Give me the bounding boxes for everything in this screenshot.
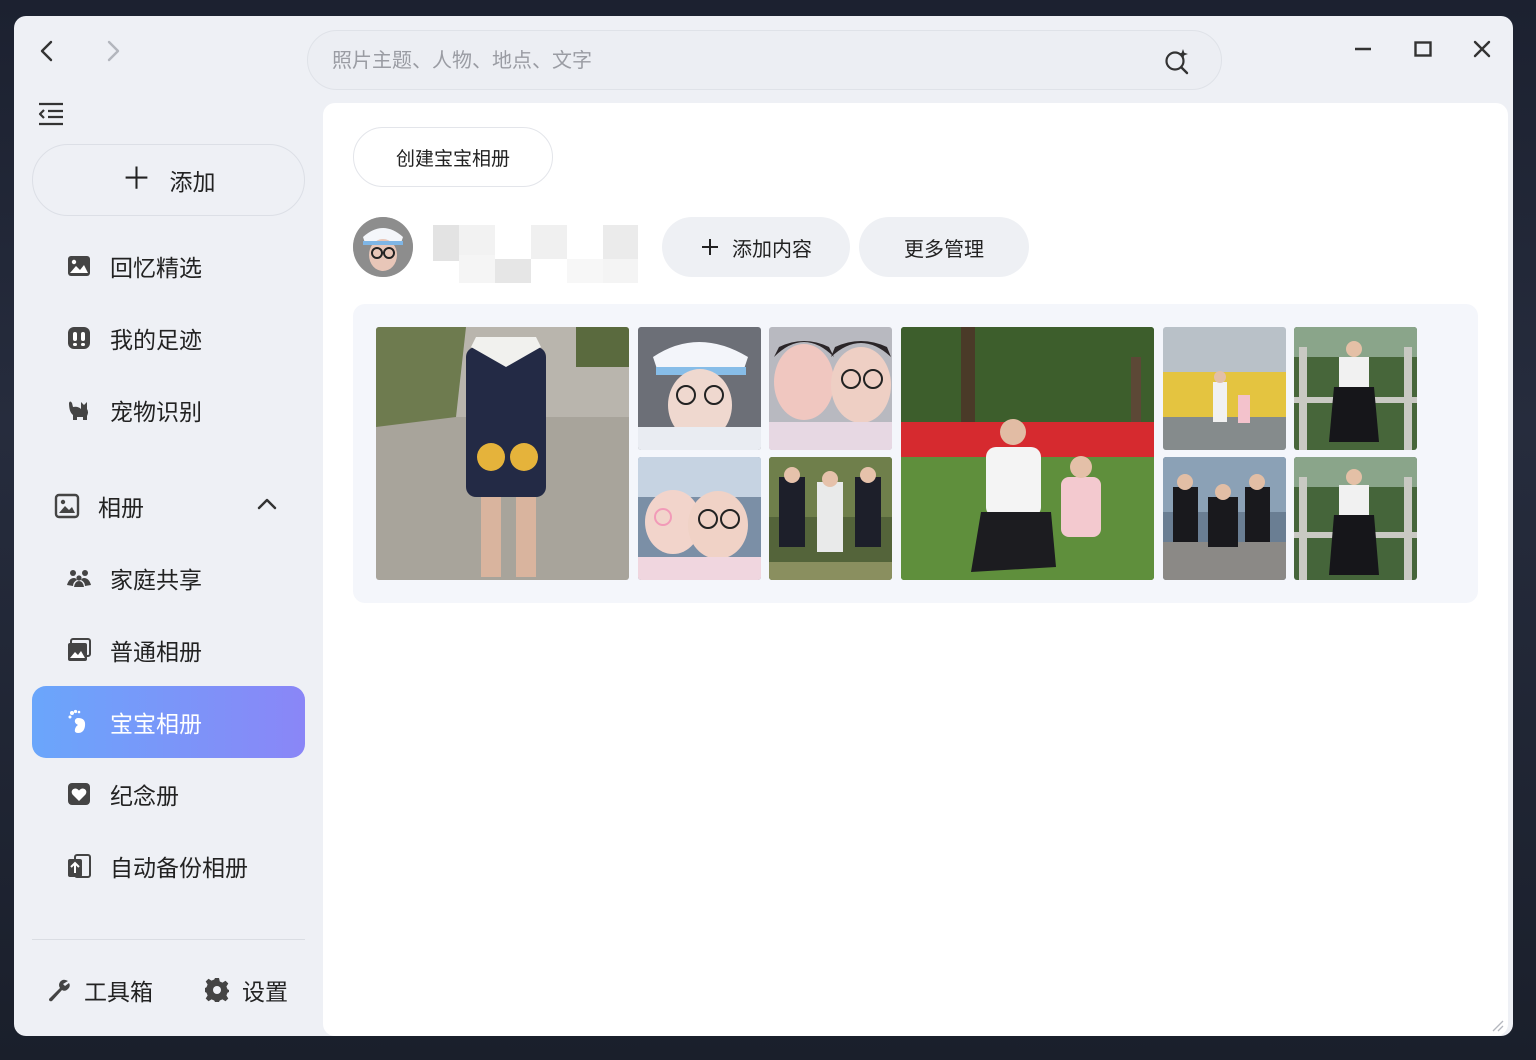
maximize-button[interactable] (1408, 34, 1438, 64)
plus-icon: ＋ (121, 162, 152, 197)
plus-icon (702, 239, 718, 255)
toolbox-button[interactable]: 工具箱 (46, 966, 153, 1014)
redacted-name-mosaic (433, 225, 638, 283)
add-content-label: 添加内容 (732, 236, 812, 261)
wrench-icon (49, 979, 70, 1002)
photo-thumbnail[interactable] (638, 457, 761, 580)
section-label: 相册 (98, 496, 144, 522)
create-baby-album-button[interactable]: 创建宝宝相册 (353, 127, 553, 187)
back-button[interactable] (32, 36, 62, 66)
close-icon (1473, 40, 1491, 58)
photo-thumbnail[interactable] (769, 457, 892, 580)
settings-button[interactable]: 设置 (204, 966, 288, 1014)
search-bar (307, 30, 1222, 90)
backup-icon (68, 854, 91, 878)
sidebar-item-label: 宝宝相册 (110, 712, 202, 738)
search-input[interactable] (332, 31, 1132, 89)
chevron-right-icon (107, 40, 120, 62)
album-icon (54, 493, 80, 519)
toolbox-label: 工具箱 (84, 980, 153, 1006)
sidebar-item-family-share[interactable]: 家庭共享 (32, 542, 305, 614)
footprint-icon (68, 327, 90, 349)
minimize-button[interactable] (1348, 34, 1378, 64)
forward-button[interactable] (98, 36, 128, 66)
sidebar-item-memories[interactable]: 回忆精选 (32, 230, 305, 302)
pet-icon (69, 401, 88, 420)
sidebar-item-pets[interactable]: 宠物识别 (32, 374, 305, 446)
sidebar-item-memorial[interactable]: 纪念册 (32, 758, 305, 830)
gear-icon (205, 978, 229, 1002)
app-window: ＋ 添加 回忆精选 我的足迹 宠物识别 相册 家庭共享 普通相册 宝宝相册 纪念… (14, 16, 1513, 1036)
sidebar-item-baby-album[interactable]: 宝宝相册 (32, 686, 305, 758)
sidebar-item-label: 自动备份相册 (110, 856, 248, 882)
close-button[interactable] (1467, 34, 1497, 64)
sidebar-item-footprints[interactable]: 我的足迹 (32, 302, 305, 374)
chevron-up-icon[interactable] (257, 496, 277, 510)
add-content-button[interactable]: 添加内容 (662, 217, 850, 277)
minimize-icon (1355, 47, 1371, 51)
sidebar-item-auto-backup[interactable]: 自动备份相册 (32, 830, 305, 902)
photo-thumbnail[interactable] (769, 327, 892, 450)
avatar[interactable] (353, 217, 413, 277)
photo-grid (353, 304, 1478, 603)
sidebar-divider (32, 939, 305, 940)
photo-thumbnail[interactable] (376, 327, 629, 580)
chevron-left-icon (40, 40, 53, 62)
photo-thumbnail[interactable] (1294, 327, 1417, 450)
ai-search-icon[interactable] (1163, 47, 1191, 75)
maximize-icon (1414, 41, 1432, 57)
sidebar-item-label: 普通相册 (110, 640, 202, 666)
add-button[interactable]: ＋ 添加 (32, 144, 305, 216)
family-icon (67, 570, 91, 587)
album-section-header[interactable]: 相册 (32, 470, 305, 542)
main-content: 创建宝宝相册 添加内容 更多管理 (323, 103, 1508, 1036)
sidebar-item-label: 家庭共享 (110, 568, 202, 594)
image-icon (68, 256, 90, 276)
sidebar-item-label: 我的足迹 (110, 328, 202, 354)
photo-thumbnail[interactable] (901, 327, 1154, 580)
sidebar-item-label: 纪念册 (110, 784, 179, 810)
more-manage-label: 更多管理 (904, 236, 984, 261)
settings-label: 设置 (242, 980, 288, 1006)
photo-thumbnail[interactable] (638, 327, 761, 450)
avatar-image (353, 217, 413, 277)
sidebar-item-label: 回忆精选 (110, 256, 202, 282)
heart-icon (68, 783, 90, 805)
collapse-sidebar-icon[interactable] (36, 100, 66, 128)
create-label: 创建宝宝相册 (395, 147, 510, 170)
more-manage-button[interactable]: 更多管理 (859, 217, 1029, 277)
photo-thumbnail[interactable] (1163, 457, 1286, 580)
photo-thumbnail[interactable] (1294, 457, 1417, 580)
photo-thumbnail[interactable] (1163, 327, 1286, 450)
photo-album-icon (68, 638, 91, 661)
baby-foot-icon (68, 709, 86, 733)
resize-grip-icon[interactable] (1490, 1018, 1504, 1032)
sidebar-item-normal-album[interactable]: 普通相册 (32, 614, 305, 686)
sidebar-item-label: 宠物识别 (110, 400, 202, 426)
add-label: 添加 (169, 170, 216, 196)
